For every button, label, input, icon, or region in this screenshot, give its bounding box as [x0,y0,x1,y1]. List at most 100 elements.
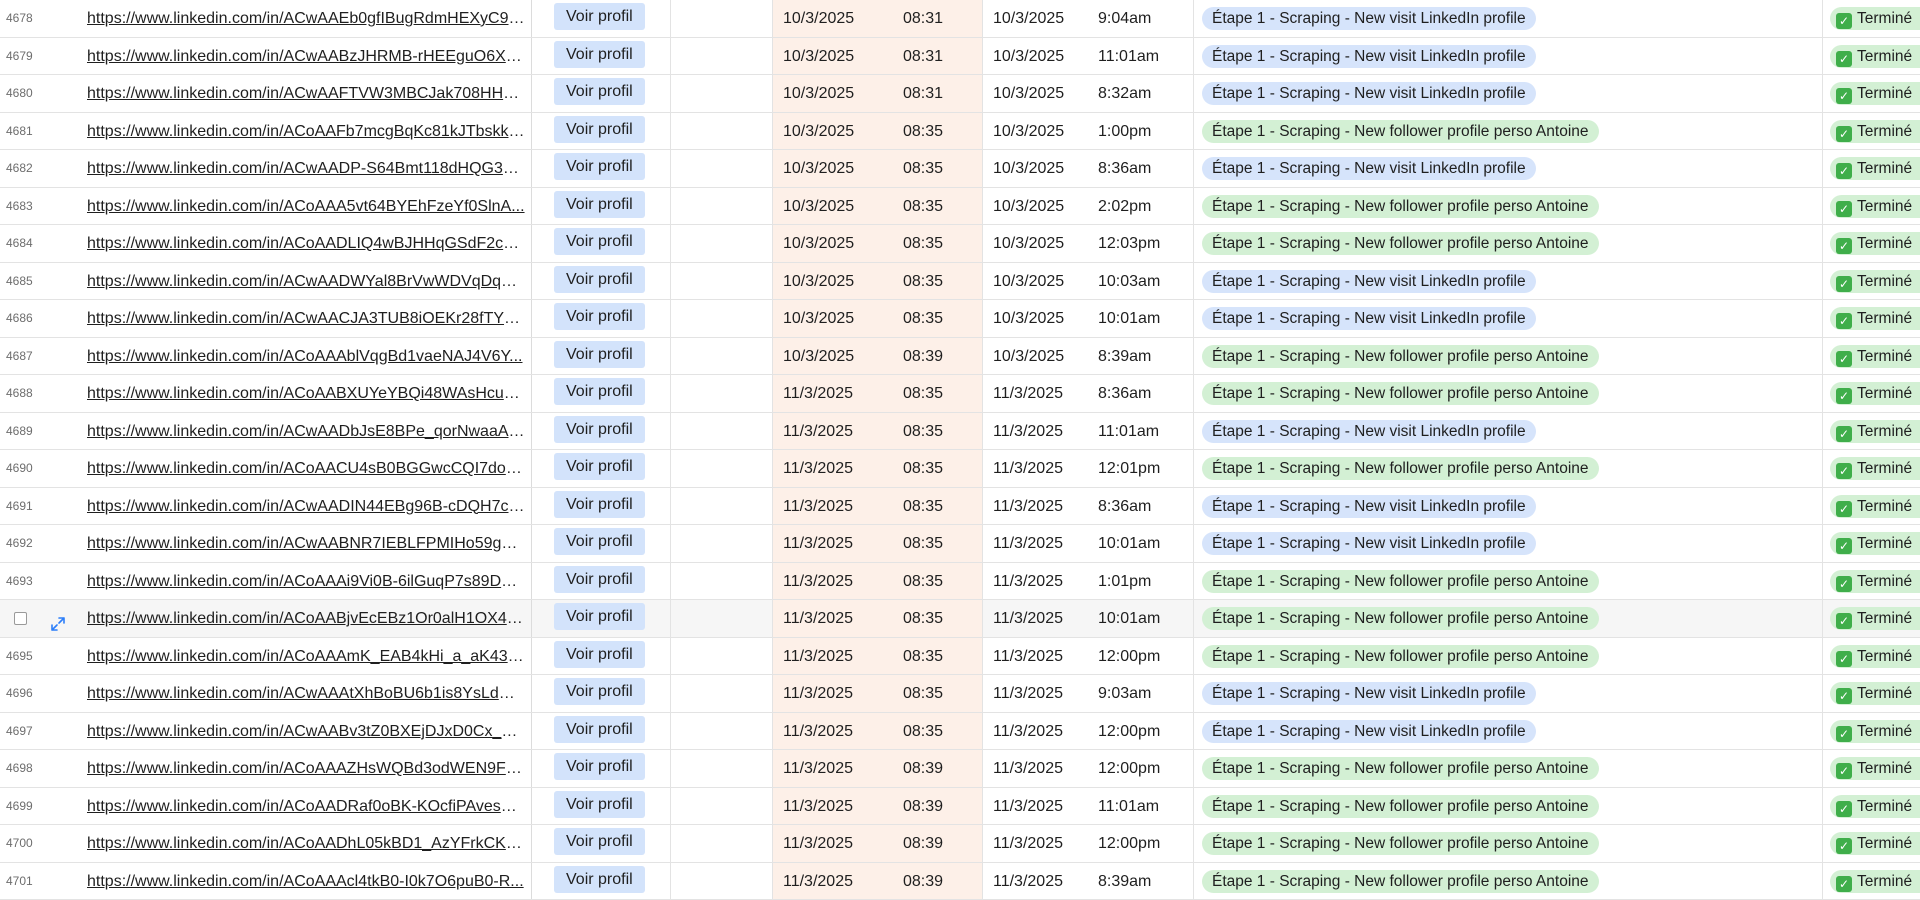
modified-datetime-cell[interactable]: 11/3/202511:01am [983,413,1194,450]
url-cell[interactable]: https://www.linkedin.com/in/ACwAADP-S64B… [70,150,532,187]
url-cell[interactable]: https://www.linkedin.com/in/ACoAABXUYeYB… [70,375,532,412]
url-cell[interactable]: https://www.linkedin.com/in/ACoAAA5vt64B… [70,188,532,225]
empty-cell[interactable] [671,38,773,75]
voir-profil-button[interactable]: Voir profil [554,791,645,818]
profile-url-link[interactable]: https://www.linkedin.com/in/ACwAABNR7IEB… [87,525,525,562]
created-datetime-cell[interactable]: 10/3/202508:35 [773,225,983,262]
empty-cell[interactable] [671,675,773,712]
empty-cell[interactable] [671,75,773,112]
status-cell[interactable]: ✓Terminé [1823,375,1920,412]
profile-url-link[interactable]: https://www.linkedin.com/in/ACoAAAcl4tkB… [87,863,525,900]
step-tag-cell[interactable]: Étape 1 - Scraping - New visit LinkedIn … [1194,413,1823,450]
created-datetime-cell[interactable]: 10/3/202508:35 [773,188,983,225]
table-row[interactable]: 4695 https://www.linkedin.com/in/ACoAAAm… [0,638,1920,676]
voir-profil-button[interactable]: Voir profil [554,191,645,218]
voir-profil-button[interactable]: Voir profil [554,828,645,855]
status-cell[interactable]: ✓Terminé [1823,450,1920,487]
modified-datetime-cell[interactable]: 10/3/20258:39am [983,338,1194,375]
table-row[interactable]: 4698 https://www.linkedin.com/in/ACoAAAZ… [0,750,1920,788]
voir-profil-button[interactable]: Voir profil [554,416,645,443]
created-datetime-cell[interactable]: 10/3/202508:35 [773,300,983,337]
step-tag-cell[interactable]: Étape 1 - Scraping - New visit LinkedIn … [1194,150,1823,187]
created-datetime-cell[interactable]: 11/3/202508:39 [773,750,983,787]
empty-cell[interactable] [671,488,773,525]
voir-profil-button[interactable]: Voir profil [554,453,645,480]
created-datetime-cell[interactable]: 11/3/202508:35 [773,563,983,600]
voir-profil-button[interactable]: Voir profil [554,266,645,293]
status-cell[interactable]: ✓Terminé [1823,638,1920,675]
status-cell[interactable]: ✓Terminé [1823,38,1920,75]
table-row[interactable]: 4693 https://www.linkedin.com/in/ACoAAAi… [0,563,1920,601]
voir-profil-button[interactable]: Voir profil [554,303,645,330]
modified-datetime-cell[interactable]: 10/3/20252:02pm [983,188,1194,225]
empty-cell[interactable] [671,638,773,675]
empty-cell[interactable] [671,825,773,862]
profile-url-link[interactable]: https://www.linkedin.com/in/ACoAAAi9Vi0B… [87,563,525,600]
url-cell[interactable]: https://www.linkedin.com/in/ACoAADhL05kB… [70,825,532,862]
url-cell[interactable]: https://www.linkedin.com/in/ACwAAAtXhBoB… [70,675,532,712]
table-row[interactable]: 4684 https://www.linkedin.com/in/ACoAADL… [0,225,1920,263]
row-select-checkbox[interactable] [14,612,27,625]
modified-datetime-cell[interactable]: 11/3/202512:01pm [983,450,1194,487]
status-cell[interactable]: ✓Terminé [1823,600,1920,637]
modified-datetime-cell[interactable]: 11/3/20251:01pm [983,563,1194,600]
voir-profil-button[interactable]: Voir profil [554,41,645,68]
step-tag-cell[interactable]: Étape 1 - Scraping - New follower profil… [1194,600,1823,637]
profile-url-link[interactable]: https://www.linkedin.com/in/ACwAADbJsE8B… [87,413,525,450]
voir-profil-button[interactable]: Voir profil [554,78,645,105]
voir-profil-button[interactable]: Voir profil [554,753,645,780]
empty-cell[interactable] [671,525,773,562]
created-datetime-cell[interactable]: 11/3/202508:35 [773,413,983,450]
status-cell[interactable]: ✓Terminé [1823,263,1920,300]
step-tag-cell[interactable]: Étape 1 - Scraping - New follower profil… [1194,788,1823,825]
modified-datetime-cell[interactable]: 11/3/202510:01am [983,600,1194,637]
table-row[interactable]: 4680 https://www.linkedin.com/in/ACwAAFT… [0,75,1920,113]
voir-profil-button[interactable]: Voir profil [554,716,645,743]
profile-url-link[interactable]: https://www.linkedin.com/in/ACwAAEb0gfIB… [87,0,525,37]
modified-datetime-cell[interactable]: 11/3/20258:39am [983,863,1194,900]
url-cell[interactable]: https://www.linkedin.com/in/ACoAADLIQ4wB… [70,225,532,262]
table-row[interactable]: https://www.linkedin.com/in/ACoAABjvEcEB… [0,600,1920,638]
url-cell[interactable]: https://www.linkedin.com/in/ACoAAFb7mcgB… [70,113,532,150]
status-cell[interactable]: ✓Terminé [1823,113,1920,150]
created-datetime-cell[interactable]: 11/3/202508:39 [773,825,983,862]
empty-cell[interactable] [671,788,773,825]
status-cell[interactable]: ✓Terminé [1823,413,1920,450]
created-datetime-cell[interactable]: 11/3/202508:35 [773,675,983,712]
created-datetime-cell[interactable]: 10/3/202508:39 [773,338,983,375]
table-row[interactable]: 4699 https://www.linkedin.com/in/ACoAADR… [0,788,1920,826]
url-cell[interactable]: https://www.linkedin.com/in/ACoAABjvEcEB… [70,600,532,637]
step-tag-cell[interactable]: Étape 1 - Scraping - New follower profil… [1194,450,1823,487]
profile-url-link[interactable]: https://www.linkedin.com/in/ACwAAFTVW3MB… [87,75,525,112]
step-tag-cell[interactable]: Étape 1 - Scraping - New visit LinkedIn … [1194,488,1823,525]
modified-datetime-cell[interactable]: 11/3/20258:36am [983,488,1194,525]
table-row[interactable]: 4696 https://www.linkedin.com/in/ACwAAAt… [0,675,1920,713]
created-datetime-cell[interactable]: 10/3/202508:35 [773,150,983,187]
empty-cell[interactable] [671,600,773,637]
modified-datetime-cell[interactable]: 10/3/202511:01am [983,38,1194,75]
created-datetime-cell[interactable]: 11/3/202508:35 [773,450,983,487]
status-cell[interactable]: ✓Terminé [1823,225,1920,262]
modified-datetime-cell[interactable]: 11/3/20258:36am [983,375,1194,412]
modified-datetime-cell[interactable]: 11/3/202511:01am [983,788,1194,825]
expand-record-icon[interactable] [50,610,66,626]
created-datetime-cell[interactable]: 11/3/202508:35 [773,375,983,412]
created-datetime-cell[interactable]: 10/3/202508:35 [773,113,983,150]
voir-profil-button[interactable]: Voir profil [554,228,645,255]
status-cell[interactable]: ✓Terminé [1823,338,1920,375]
profile-url-link[interactable]: https://www.linkedin.com/in/ACwAADWYal8B… [87,263,525,300]
profile-url-link[interactable]: https://www.linkedin.com/in/ACoAAAZHsWQB… [87,750,525,787]
empty-cell[interactable] [671,713,773,750]
profile-url-link[interactable]: https://www.linkedin.com/in/ACoAAA5vt64B… [87,188,525,225]
status-cell[interactable]: ✓Terminé [1823,0,1920,37]
profile-url-link[interactable]: https://www.linkedin.com/in/ACoAAAmK_EAB… [87,638,525,675]
step-tag-cell[interactable]: Étape 1 - Scraping - New visit LinkedIn … [1194,0,1823,37]
step-tag-cell[interactable]: Étape 1 - Scraping - New follower profil… [1194,638,1823,675]
status-cell[interactable]: ✓Terminé [1823,713,1920,750]
url-cell[interactable]: https://www.linkedin.com/in/ACwAABv3tZ0B… [70,713,532,750]
table-row[interactable]: 4691 https://www.linkedin.com/in/ACwAADI… [0,488,1920,526]
status-cell[interactable]: ✓Terminé [1823,563,1920,600]
step-tag-cell[interactable]: Étape 1 - Scraping - New visit LinkedIn … [1194,38,1823,75]
voir-profil-button[interactable]: Voir profil [554,528,645,555]
url-cell[interactable]: https://www.linkedin.com/in/ACoAADRaf0oB… [70,788,532,825]
